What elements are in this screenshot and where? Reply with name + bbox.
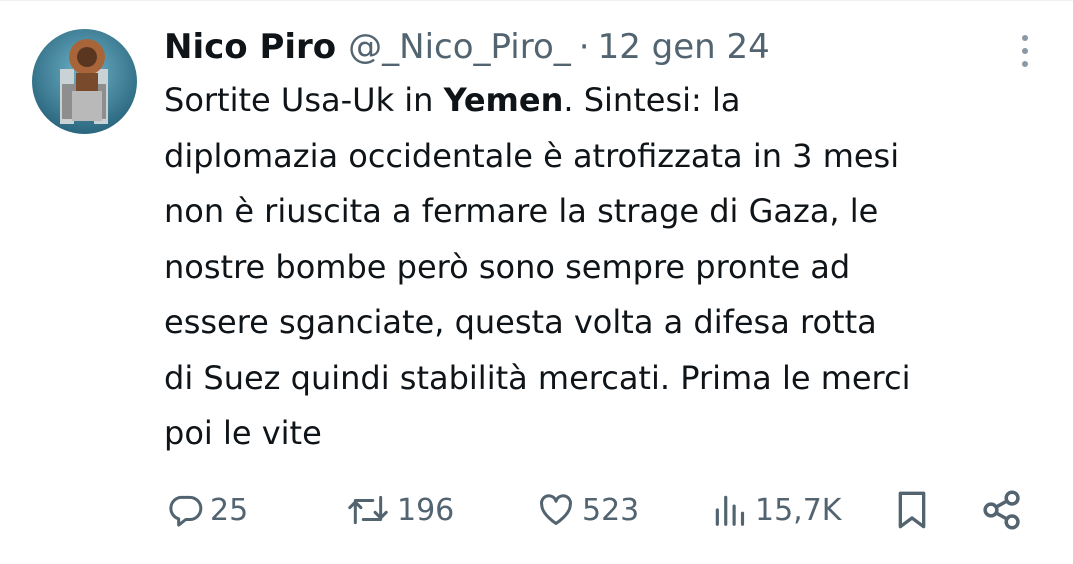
avatar-image [32, 29, 137, 134]
reply-icon [169, 495, 203, 527]
tweet-text-part: Sortite Usa-Uk in [164, 81, 444, 119]
bookmark-icon [898, 491, 926, 529]
reply-button[interactable]: 25 [166, 484, 248, 536]
timestamp[interactable]: 12 gen 24 [598, 23, 770, 71]
views-count: 15,7K [755, 492, 842, 528]
tweet-text: Sortite Usa-Uk in Yemen. Sintesi: la dip… [164, 73, 1044, 462]
like-button[interactable]: 523 [536, 484, 639, 536]
share-button[interactable] [980, 484, 1024, 536]
action-bar: 25 196 523 15,7K [0, 484, 1073, 536]
views-button[interactable]: 15,7K [711, 484, 841, 536]
like-count: 523 [582, 492, 640, 528]
retweet-button[interactable]: 196 [345, 484, 454, 536]
tweet[interactable]: Nico Piro @_Nico_Piro_ · 12 gen 24 Sorti… [0, 0, 1073, 564]
tweet-text-rest: . Sintesi: la diplomazia occidentale è a… [164, 81, 911, 452]
author-name[interactable]: Nico Piro [164, 23, 336, 71]
heart-icon [540, 494, 572, 525]
retweet-count: 196 [397, 492, 455, 528]
share-icon [983, 490, 1020, 530]
tweet-text-bold: Yemen [443, 81, 564, 119]
tweet-content: Nico Piro @_Nico_Piro_ · 12 gen 24 Sorti… [164, 23, 1044, 462]
views-icon [715, 495, 745, 526]
retweet-icon [348, 495, 388, 525]
bookmark-button[interactable] [892, 484, 932, 536]
avatar[interactable] [32, 29, 137, 134]
author-handle[interactable]: @_Nico_Piro_ [348, 23, 571, 71]
tweet-header: Nico Piro @_Nico_Piro_ · 12 gen 24 [164, 23, 1044, 71]
more-icon[interactable] [1010, 31, 1040, 71]
separator-dot: · [578, 27, 590, 67]
reply-count: 25 [210, 492, 249, 528]
